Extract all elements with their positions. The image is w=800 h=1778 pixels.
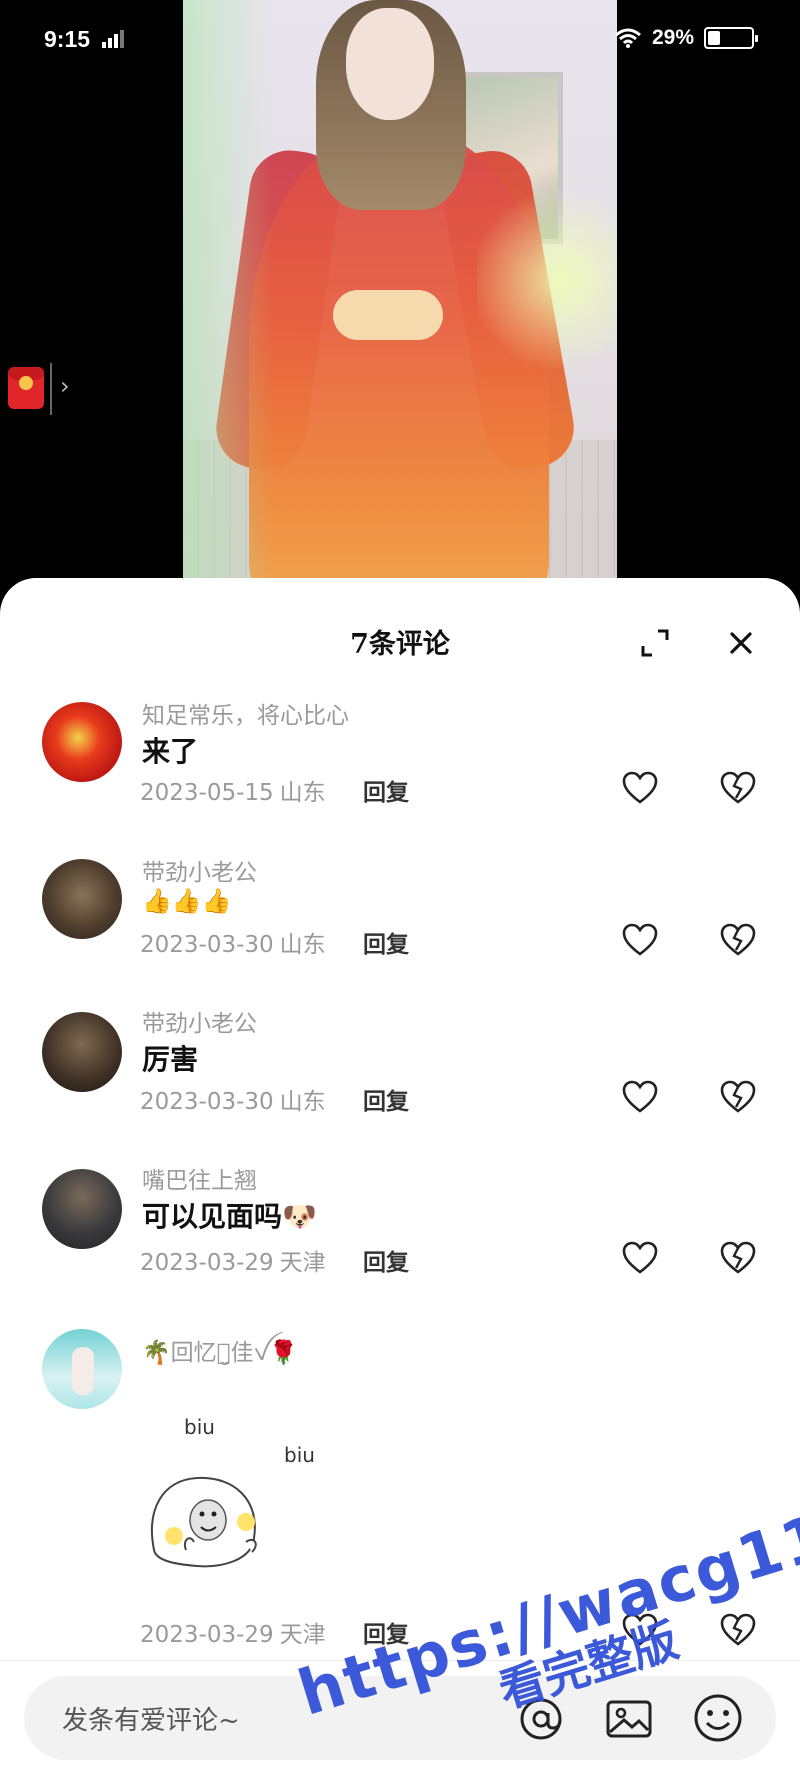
comment-input-placeholder: 发条有爱评论~ <box>62 1706 240 1736</box>
broken-heart-icon[interactable] <box>720 1613 756 1647</box>
heart-icon[interactable] <box>622 1080 658 1114</box>
comment-meta: 2023-03-30 山东 <box>140 1082 326 1116</box>
comment-location: 山东 <box>279 780 326 806</box>
heart-icon[interactable] <box>622 771 658 805</box>
avatar-figure <box>72 1347 94 1395</box>
status-time: 9:15 <box>44 26 91 52</box>
red-envelope-icon[interactable] <box>8 367 44 409</box>
image-icon[interactable] <box>604 1694 654 1744</box>
broken-heart-icon[interactable] <box>720 1080 756 1114</box>
sticker-image[interactable]: biu biu <box>142 1410 352 1585</box>
video-glow-left <box>183 0 273 590</box>
avatar[interactable] <box>42 1012 122 1092</box>
chevron-right-icon[interactable]: › <box>60 372 70 400</box>
heart-icon[interactable] <box>622 1613 658 1647</box>
comment-date: 2023-03-29 <box>140 1250 274 1276</box>
comment-input[interactable]: 发条有爱评论~ <box>24 1676 776 1760</box>
bottom-divider <box>0 1660 800 1661</box>
battery-percent: 29% <box>651 26 694 49</box>
comment-username[interactable]: 带劲小老公 <box>142 1004 257 1038</box>
reply-button[interactable]: 回复 <box>363 1615 409 1649</box>
broken-heart-icon[interactable] <box>720 771 756 805</box>
sheet-header: 7条评论 <box>0 578 800 678</box>
comment-text: 👍👍👍 <box>142 886 232 915</box>
comment-username[interactable]: 知足常乐，将心比心 <box>142 696 349 730</box>
comment-location: 山东 <box>279 1089 326 1115</box>
comment-date: 2023-03-29 <box>140 1622 274 1648</box>
reply-button[interactable]: 回复 <box>363 773 409 807</box>
battery-level <box>708 31 721 45</box>
comment-username[interactable]: 带劲小老公 <box>142 853 257 887</box>
comment-text: 可以见面吗🐶 <box>142 1200 317 1233</box>
reply-button[interactable]: 回复 <box>363 925 409 959</box>
reply-button[interactable]: 回复 <box>363 1243 409 1277</box>
at-mention-icon[interactable] <box>516 1694 566 1744</box>
comment-text: 厉害 <box>142 1043 199 1076</box>
comment-date: 2023-03-30 <box>140 1089 274 1115</box>
comments-sheet: 7条评论 <box>0 578 800 1778</box>
heart-icon[interactable] <box>622 1241 658 1275</box>
signal-icon <box>102 30 124 48</box>
sticker-label-2: biu <box>284 1443 315 1467</box>
envelope-divider <box>50 363 52 415</box>
avatar[interactable] <box>42 1169 122 1249</box>
heart-icon[interactable] <box>622 923 658 957</box>
status-right: 29% <box>614 26 758 50</box>
comments-count-title: 7条评论 <box>350 629 450 660</box>
sticker-label-1: biu <box>184 1415 215 1439</box>
video-hands <box>333 290 443 340</box>
video-player[interactable] <box>183 0 617 590</box>
comment-meta: 2023-03-30 山东 <box>140 925 326 959</box>
broken-heart-icon[interactable] <box>720 923 756 957</box>
avatar[interactable] <box>42 702 122 782</box>
comment-username[interactable]: 🌴回忆ꪔ̤̮佳ꪜ🌹 <box>142 1330 298 1378</box>
comment-text: 来了 <box>142 735 199 768</box>
battery-icon <box>704 27 758 49</box>
comment-username[interactable]: 嘴巴往上翘 <box>142 1161 257 1195</box>
expand-icon[interactable] <box>640 628 670 658</box>
avatar[interactable] <box>42 1329 122 1409</box>
video-glow-right <box>477 180 617 380</box>
comment-location: 山东 <box>279 932 326 958</box>
comment-location: 天津 <box>279 1622 326 1648</box>
emoji-icon[interactable] <box>692 1692 744 1744</box>
close-icon[interactable] <box>724 626 758 660</box>
avatar[interactable] <box>42 859 122 939</box>
comment-date: 2023-03-30 <box>140 932 274 958</box>
reply-button[interactable]: 回复 <box>363 1082 409 1116</box>
comment-location: 天津 <box>279 1250 326 1276</box>
comment-date: 2023-05-15 <box>140 780 274 806</box>
comment-meta: 2023-03-29 天津 <box>140 1615 326 1649</box>
status-bar: 9:15 29% <box>0 0 800 80</box>
comment-meta: 2023-05-15 山东 <box>140 773 326 807</box>
comment-meta: 2023-03-29 天津 <box>140 1243 326 1277</box>
broken-heart-icon[interactable] <box>720 1241 756 1275</box>
envelope-coin <box>19 376 33 390</box>
wifi-icon <box>615 28 641 48</box>
